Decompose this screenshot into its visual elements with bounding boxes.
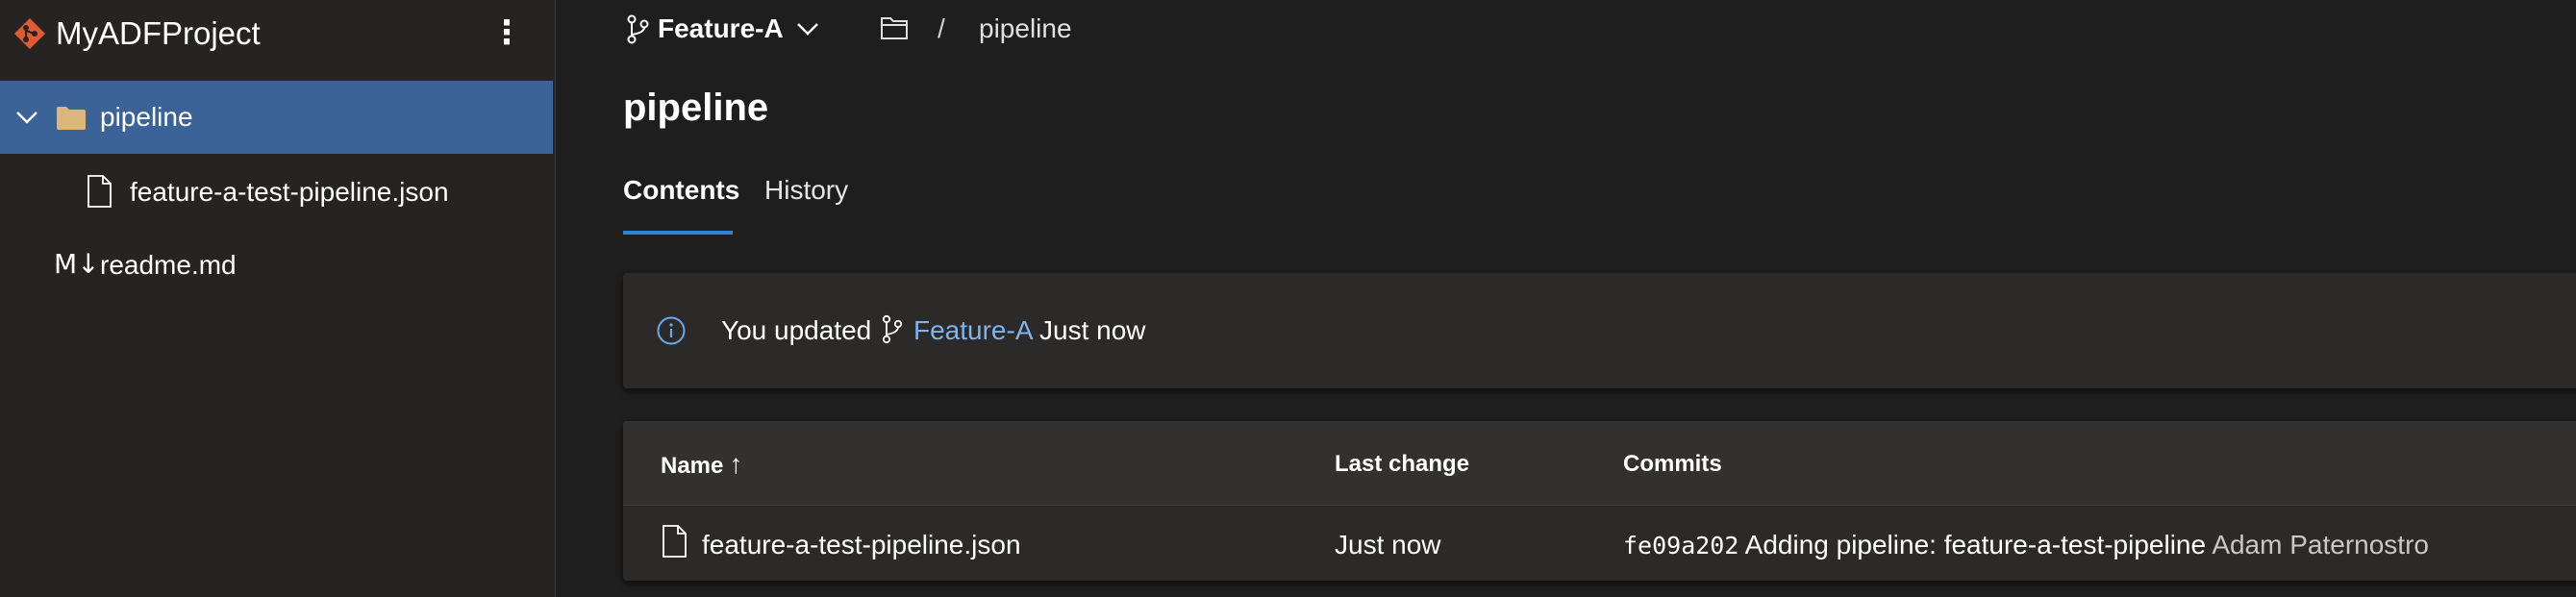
breadcrumb-separator: /	[938, 13, 945, 43]
git-repo-icon	[14, 18, 45, 49]
chevron-down-icon[interactable]	[13, 104, 40, 131]
branch-name: Feature-A	[658, 13, 784, 43]
tree-item-readme[interactable]: M↓ readme.md	[0, 229, 553, 302]
folder-icon	[57, 107, 86, 130]
tree-item-feature-a-test-pipeline[interactable]: feature-a-test-pipeline.json	[0, 156, 553, 229]
markdown-icon: M↓	[54, 248, 100, 280]
more-vertical-icon[interactable]: ⋮	[490, 13, 523, 52]
info-icon	[657, 316, 686, 345]
tree-item-label: readme.md	[100, 250, 237, 280]
main-content: Feature-A / pipeline pipeline Contents H…	[556, 0, 2576, 597]
repo-header[interactable]: MyADFProject	[0, 0, 556, 67]
tree-item-label: pipeline	[100, 102, 193, 132]
file-icon	[88, 175, 112, 208]
banner-prefix: You updated	[721, 315, 872, 345]
sidebar: MyADFProject ⋮ pipeline feature-a-test-p…	[0, 0, 556, 597]
folder-outline-icon[interactable]	[880, 15, 909, 40]
column-header-commits[interactable]: Commits	[1623, 450, 1722, 479]
banner-time: Just now	[1039, 315, 1146, 345]
row-commit: fe09a202 Adding pipeline: feature-a-test…	[1623, 528, 2429, 563]
chevron-down-icon	[797, 23, 818, 36]
branch-icon	[627, 14, 649, 44]
row-file-name[interactable]: feature-a-test-pipeline.json	[702, 528, 1021, 562]
banner-branch-link[interactable]: Feature-A	[913, 312, 1034, 349]
tree-item-pipeline[interactable]: pipeline	[0, 81, 553, 154]
sort-ascending-icon: ↑	[729, 449, 743, 479]
table-header: Name ↑ Last change Commits	[623, 421, 2576, 506]
page-title: pipeline	[623, 87, 769, 129]
repo-name: MyADFProject	[56, 15, 261, 51]
active-tab-indicator	[623, 231, 733, 235]
update-banner: You updated Feature-A Just now	[623, 273, 2576, 388]
commit-author: Adam Paternostro	[2212, 530, 2429, 560]
files-table: Name ↑ Last change Commits feature-a-test…	[623, 421, 2576, 581]
column-header-name[interactable]: Name ↑	[661, 450, 742, 481]
file-icon	[663, 525, 687, 558]
row-last-change: Just now	[1335, 530, 1441, 560]
commit-hash[interactable]: fe09a202	[1623, 532, 1738, 560]
branch-icon	[882, 314, 903, 344]
breadcrumb-current[interactable]: pipeline	[979, 12, 1072, 46]
tab-contents[interactable]: Contents	[623, 171, 739, 236]
tree-item-label: feature-a-test-pipeline.json	[130, 177, 449, 207]
tab-history[interactable]: History	[764, 171, 848, 236]
column-header-label: Name	[661, 453, 724, 479]
column-header-last-change[interactable]: Last change	[1335, 450, 1469, 479]
commit-message[interactable]: Adding pipeline: feature-a-test-pipeline	[1745, 530, 2206, 560]
